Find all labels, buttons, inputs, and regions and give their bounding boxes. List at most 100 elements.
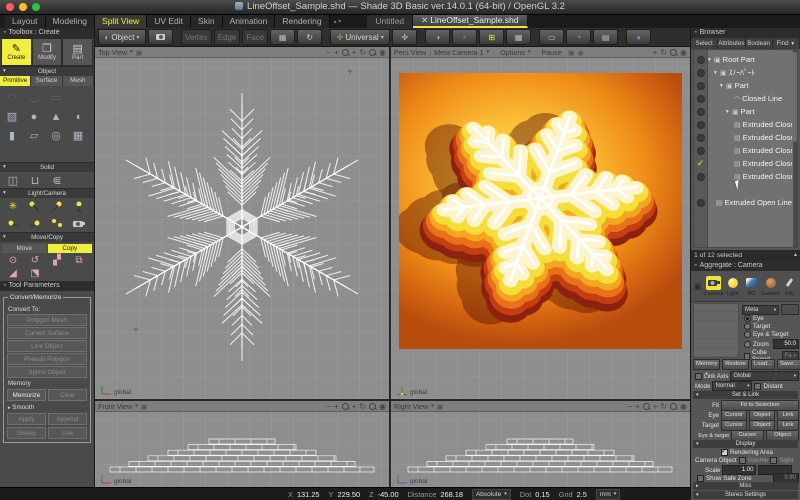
minimize-window-button[interactable] (19, 3, 27, 11)
preview-quality-icon[interactable]: ▣ (568, 48, 575, 57)
primitive-oblique-icon[interactable]: ▱ (23, 126, 45, 145)
rotate-view-button[interactable]: ↻ (297, 29, 322, 45)
pose-figure-button[interactable]: ✛ (392, 29, 417, 45)
close-tab-icon[interactable]: ✕ (421, 15, 428, 25)
top-view-canvas[interactable]: + + global (95, 57, 389, 399)
front-zoom-out-icon[interactable]: − (326, 402, 331, 411)
toolbox-mode-modify[interactable]: ❒Modify (32, 38, 63, 66)
move-tab[interactable]: Move (2, 244, 47, 253)
right-zoom-tool-icon[interactable] (670, 403, 677, 410)
visibility-dot[interactable] (697, 108, 705, 116)
smooth-sweep-button[interactable]: Sweep (7, 427, 46, 439)
solid-intersect-icon[interactable]: ⋐ (46, 172, 68, 188)
visibility-dot[interactable] (697, 95, 705, 103)
array-tool-icon[interactable]: ⬔ (24, 267, 46, 280)
camera-selector[interactable]: Meta Camera 1 (434, 48, 484, 57)
section-solid[interactable]: ▾Solid (0, 162, 94, 172)
collapse-panel-icon[interactable]: ▲ (793, 250, 798, 261)
primitive-hemisphere-icon[interactable]: ◖ (67, 107, 89, 126)
right-settings-icon[interactable]: ▣ (437, 402, 444, 411)
browser-tab-boolean[interactable]: Boolean (746, 38, 773, 49)
edge-mode-button[interactable]: Edge (214, 29, 241, 45)
vertex-mode-button[interactable]: Vertex (181, 29, 212, 45)
browser-header[interactable]: ◓Browser (691, 28, 800, 38)
unit-dropdown[interactable]: mm▾ (596, 489, 620, 500)
copy-tab[interactable]: Copy (48, 244, 93, 253)
tab-primitive[interactable]: Primitive (0, 76, 31, 86)
wireframe-toggle-button[interactable]: ▫ (452, 29, 477, 45)
mode-dropdown[interactable]: Normal▾ (712, 381, 752, 391)
camera-save-button[interactable]: Save... (777, 359, 800, 370)
view-layout-camera-button[interactable]: ◔ (566, 29, 591, 45)
front-center-icon[interactable]: ◉ (379, 402, 386, 411)
tab-skin[interactable]: Skin (191, 15, 223, 28)
clear-button[interactable]: Clear (48, 389, 87, 401)
display-section[interactable]: ▾Display (693, 440, 798, 448)
zoom-in-icon[interactable]: + (334, 48, 339, 57)
eye-target-radio[interactable] (744, 331, 751, 338)
right-magnify-icon[interactable] (643, 403, 650, 410)
meta-dropdown[interactable]: Meta▾ (742, 305, 779, 315)
options-menu[interactable]: Options (500, 48, 525, 57)
safe-zone-checkbox[interactable] (697, 475, 704, 482)
convert-pseudo-polygon-button[interactable]: Pseudo Polygon (7, 353, 87, 365)
grid-display-button[interactable]: ▦ (506, 29, 531, 45)
tab-animation[interactable]: Animation (223, 15, 276, 28)
browser-tab-select[interactable]: Select (691, 38, 718, 49)
solid-union-icon[interactable]: ◫ (2, 172, 24, 188)
primitive-curve-icon[interactable]: ◡ (23, 88, 45, 107)
rotate-tool-icon[interactable]: ↺ (24, 254, 46, 267)
tree-item-extruded-closed[interactable]: ▤Extruded Closed (708, 131, 792, 144)
aggregate-list-icon[interactable]: ▣ (691, 281, 704, 292)
smooth-append-button[interactable]: Append (48, 413, 87, 425)
front-magnify-icon[interactable] (342, 403, 349, 410)
ambient-light-icon[interactable] (2, 215, 24, 232)
visibility-dot[interactable] (697, 69, 705, 77)
convert-polygon-mesh-button[interactable]: Polygon Mesh (7, 314, 87, 326)
toolbox-mode-create[interactable]: ✎Create (1, 38, 32, 66)
tree-item-closed-line[interactable]: ◠Closed Line (708, 92, 792, 105)
pause-button[interactable]: Pause (541, 48, 561, 57)
tree-item-part-jp[interactable]: ▾▣ｽﾉｰﾊﾟｰﾄ (708, 66, 792, 79)
visibility-dot[interactable] (697, 56, 705, 64)
smooth-label[interactable]: ▸ Smooth (8, 404, 88, 411)
directional-light-icon[interactable] (24, 215, 46, 232)
front-zoom-in-icon[interactable]: + (334, 402, 339, 411)
front-view-canvas[interactable]: global (95, 411, 389, 487)
tool-parameters-header[interactable]: ◓Tool Parameters (0, 281, 94, 291)
camera-view-button[interactable] (148, 29, 173, 45)
pers-view-canvas[interactable]: global (391, 57, 690, 399)
tree-item-part[interactable]: ▾▣Part (708, 79, 792, 92)
grid-snap-button[interactable]: ⊞ (479, 29, 504, 45)
target-radio[interactable] (744, 323, 751, 330)
aggregate-tab-info[interactable]: Info (780, 276, 799, 297)
zoom-radio[interactable] (744, 341, 751, 348)
spot-light-icon[interactable] (24, 198, 46, 215)
section-light-camera[interactable]: ▾Light/Camera (0, 188, 94, 198)
smooth-apply-button[interactable]: Apply (7, 413, 46, 425)
aggregate-tab-surface[interactable]: Surface (761, 276, 780, 297)
right-view-canvas[interactable]: global (391, 411, 690, 487)
stereo-settings-section[interactable]: ▾Stereo Settings (693, 491, 798, 499)
right-center-icon[interactable]: ◉ (680, 402, 687, 411)
orbit-icon[interactable]: ↻ (359, 48, 366, 57)
aggregate-tab-bg[interactable]: BG (742, 276, 761, 297)
right-zoom-in-icon[interactable]: + (635, 402, 640, 411)
toolbox-header[interactable]: ◓Toolbox : Create (0, 28, 94, 38)
active-check-icon[interactable]: ✓ (697, 158, 705, 169)
front-pan-icon[interactable]: + (352, 402, 357, 411)
tree-item-extruded-closed[interactable]: ▤Extruded Closed (708, 157, 792, 170)
volume-checkbox[interactable] (739, 457, 746, 464)
tree-item-extruded-closed[interactable]: ▤Extruded Closed (708, 144, 792, 157)
doc-tab-active[interactable]: ✕LineOffset_Sample.shd (413, 15, 527, 28)
tree-item-root-part[interactable]: ▾▣Root Part (708, 53, 792, 66)
pers-center-icon[interactable]: ◉ (680, 48, 687, 57)
scale-tool-icon[interactable]: ▞ (46, 254, 68, 267)
rendering-area-checkbox[interactable] (721, 449, 728, 456)
convert-curved-surface-button[interactable]: Curved Surface (7, 327, 87, 339)
center-view-icon[interactable]: ◉ (379, 48, 386, 57)
radio-eye-target-row[interactable]: Eye & Target (744, 331, 788, 338)
view-settings-icon[interactable]: ▣ (136, 48, 143, 57)
sight-checkbox[interactable] (770, 457, 777, 464)
browser-tab-attributes[interactable]: Attributes (718, 38, 745, 49)
